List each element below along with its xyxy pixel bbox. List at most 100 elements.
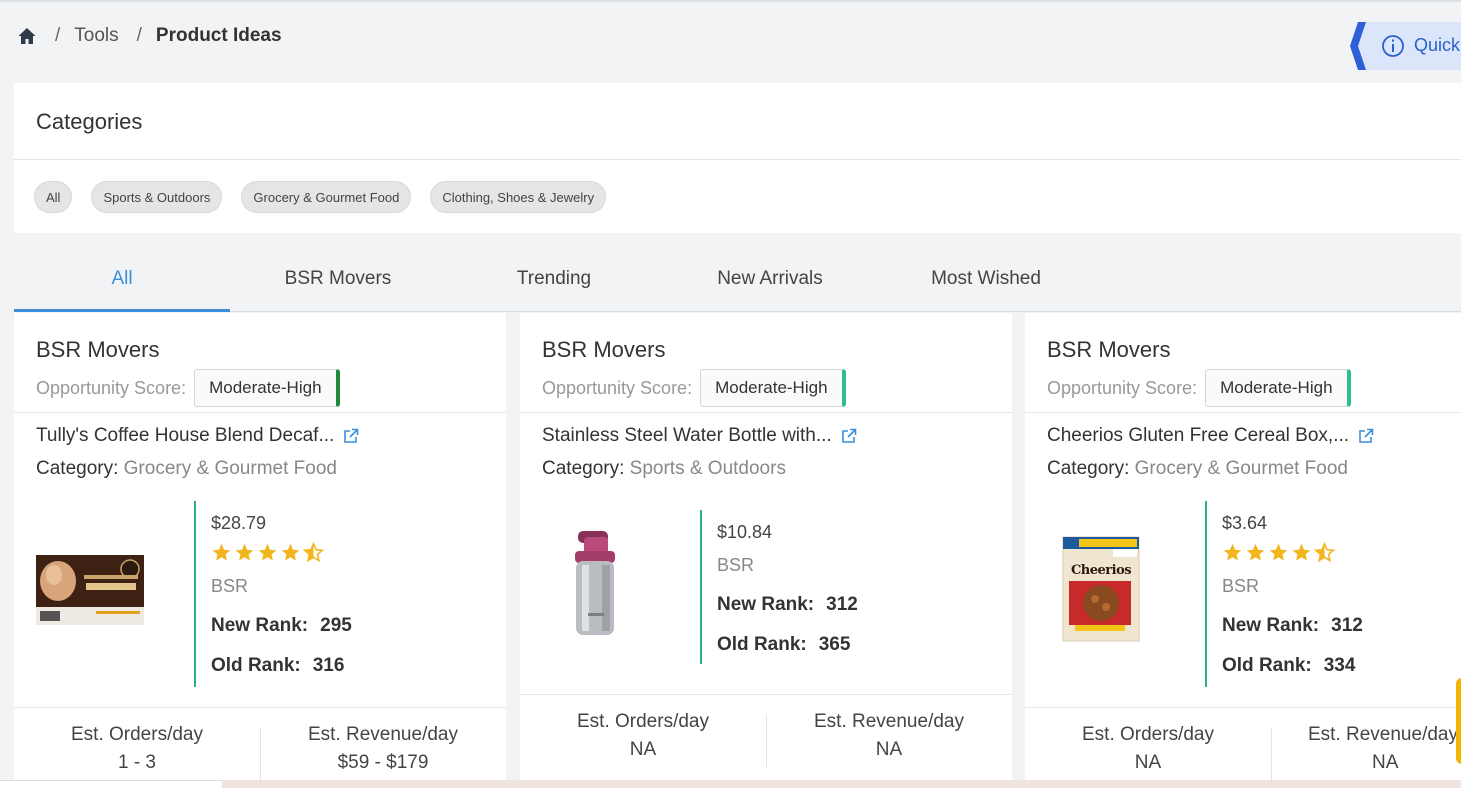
orders-value: 1 - 3: [117, 752, 157, 773]
breadcrumb: / Tools / Product Ideas: [17, 24, 300, 48]
new-rank: New Rank: 312: [1222, 615, 1363, 637]
categories-panel: Categories All Sports & Outdoors Grocery…: [14, 83, 1461, 233]
tab-trending[interactable]: Trending: [446, 255, 662, 311]
bsr-label: BSR: [717, 555, 755, 575]
new-rank-value: 312: [1331, 615, 1363, 636]
score-badge: Moderate-High: [700, 369, 846, 407]
new-rank-value: 312: [826, 594, 858, 615]
new-rank-label: New Rank:: [1222, 615, 1320, 636]
category-label: Category:: [1047, 458, 1130, 479]
price: $10.84: [717, 522, 773, 542]
product-title: Cheerios Gluten Free Cereal Box,...: [1047, 425, 1350, 446]
product-stats: $3.64 BSR New Rank: 312 Old Rank: 334: [1205, 501, 1363, 687]
product-title-link[interactable]: Stainless Steel Water Bottle with...: [542, 425, 858, 447]
product-stats: $28.79 BSR New Rank: 295 Old Rank: 316: [194, 501, 352, 687]
divider: [14, 159, 1461, 160]
revenue-label: Est. Revenue/day: [308, 724, 458, 745]
product-title: Stainless Steel Water Bottle with...: [542, 425, 832, 446]
feedback-tab[interactable]: [1456, 678, 1461, 764]
opportunity-score: Opportunity Score: Moderate-High: [36, 369, 484, 407]
old-rank-label: Old Rank:: [717, 634, 807, 655]
orders-value: NA: [629, 739, 657, 760]
orders-label: Est. Orders/day: [1082, 724, 1214, 745]
price: $28.79: [211, 513, 267, 533]
bsr-label: BSR: [211, 576, 249, 596]
bottom-bar-segment: [0, 780, 222, 788]
score-label: Opportunity Score:: [36, 377, 187, 398]
category-label: Category:: [36, 458, 119, 479]
breadcrumb-tools[interactable]: Tools: [74, 25, 118, 47]
opportunity-score: Opportunity Score: Moderate-High: [1047, 369, 1439, 407]
product-stats: $10.84 BSR New Rank: 312 Old Rank: 365: [700, 510, 858, 664]
chip-sports-outdoors[interactable]: Sports & Outdoors: [91, 181, 223, 213]
est-revenue: Est. Revenue/day $59 - $179: [260, 708, 506, 774]
external-link-icon[interactable]: [840, 427, 858, 445]
external-link-icon[interactable]: [342, 427, 360, 445]
product-title-link[interactable]: Cheerios Gluten Free Cereal Box,...: [1047, 425, 1375, 447]
category-value: Grocery & Gourmet Food: [1134, 458, 1348, 479]
score-label: Opportunity Score:: [542, 377, 693, 398]
breadcrumb-separator: /: [55, 25, 61, 46]
score-badge: Moderate-High: [194, 369, 340, 407]
est-orders: Est. Orders/day NA: [1025, 708, 1271, 774]
product-card: BSR Movers Opportunity Score: Moderate-H…: [1025, 313, 1461, 788]
new-rank: New Rank: 295: [211, 615, 352, 637]
chip-clothing-shoes-jewelry[interactable]: Clothing, Shoes & Jewelry: [430, 181, 607, 213]
est-orders: Est. Orders/day 1 - 3: [14, 708, 260, 774]
card-header: BSR Movers Opportunity Score: Moderate-H…: [1025, 313, 1461, 413]
product-image-cereal-box[interactable]: Cheerios: [1061, 535, 1141, 643]
quick-help-tab[interactable]: Quick: [1350, 22, 1461, 70]
card-type: BSR Movers: [1047, 337, 1171, 362]
old-rank-value: 316: [312, 655, 345, 676]
card-header: BSR Movers Opportunity Score: Moderate-H…: [520, 313, 1012, 413]
rating-stars: [211, 542, 352, 564]
bottom-strip: [0, 780, 1461, 788]
idea-tabs: All BSR Movers Trending New Arrivals Mos…: [14, 255, 1461, 312]
tab-all[interactable]: All: [14, 255, 230, 312]
top-border: [0, 0, 1461, 2]
revenue-value: NA: [875, 739, 903, 760]
card-footer: Est. Orders/day NA Est. Revenue/day NA: [520, 694, 1012, 784]
revenue-label: Est. Revenue/day: [1308, 724, 1458, 745]
product-image-water-bottle[interactable]: [572, 529, 618, 639]
home-icon[interactable]: [17, 26, 37, 46]
chip-all[interactable]: All: [34, 181, 73, 213]
bsr-label: BSR: [1222, 576, 1260, 596]
old-rank: Old Rank: 316: [211, 655, 352, 677]
est-revenue: Est. Revenue/day NA: [1271, 708, 1461, 774]
revenue-label: Est. Revenue/day: [814, 711, 964, 732]
external-link-icon[interactable]: [1357, 427, 1375, 445]
new-rank-label: New Rank:: [717, 594, 815, 615]
old-rank-value: 365: [818, 634, 851, 655]
product-image-coffee-box[interactable]: [36, 555, 144, 625]
card-type: BSR Movers: [542, 337, 666, 362]
est-orders: Est. Orders/day NA: [520, 695, 766, 761]
cereal-brand-text: Cheerios: [1070, 563, 1132, 578]
new-rank-value: 295: [320, 615, 352, 636]
score-badge: Moderate-High: [1205, 369, 1351, 407]
product-category: Category: Grocery & Gourmet Food: [36, 458, 337, 480]
orders-value: NA: [1134, 752, 1162, 773]
star-icon: [1269, 543, 1288, 561]
chip-grocery-gourmet[interactable]: Grocery & Gourmet Food: [241, 181, 412, 213]
orders-label: Est. Orders/day: [577, 711, 709, 732]
star-icon: [212, 543, 231, 561]
old-rank: Old Rank: 334: [1222, 655, 1363, 677]
category-chips: All Sports & Outdoors Grocery & Gourmet …: [34, 181, 607, 213]
revenue-value: $59 - $179: [337, 752, 429, 773]
half-star-icon: [303, 542, 324, 563]
product-title-link[interactable]: Tully's Coffee House Blend Decaf...: [36, 425, 360, 447]
card-header: BSR Movers Opportunity Score: Moderate-H…: [14, 313, 506, 413]
tab-new-arrivals[interactable]: New Arrivals: [662, 255, 878, 311]
quick-tab-label: Quick: [1414, 35, 1461, 55]
star-icon: [1246, 543, 1265, 561]
product-card: BSR Movers Opportunity Score: Moderate-H…: [14, 313, 506, 788]
product-title: Tully's Coffee House Blend Decaf...: [36, 425, 335, 446]
category-value: Grocery & Gourmet Food: [123, 458, 337, 479]
product-category: Category: Grocery & Gourmet Food: [1047, 458, 1348, 480]
tab-bsr-movers[interactable]: BSR Movers: [230, 255, 446, 311]
opportunity-score: Opportunity Score: Moderate-High: [542, 369, 990, 407]
old-rank-label: Old Rank:: [211, 655, 301, 676]
tab-most-wished[interactable]: Most Wished: [878, 255, 1094, 311]
category-label: Category:: [542, 458, 625, 479]
